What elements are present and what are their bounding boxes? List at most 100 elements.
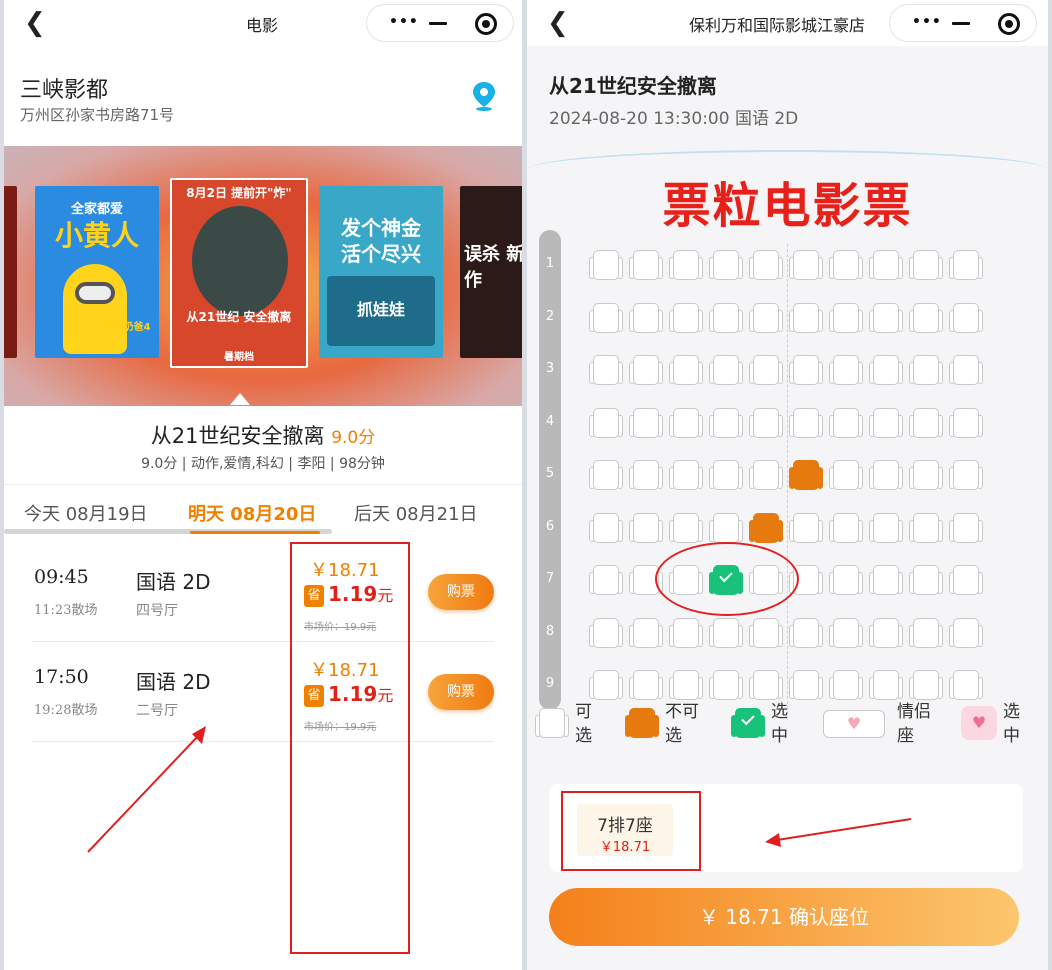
seat-available[interactable] [749,406,783,440]
seat-available[interactable] [589,353,623,387]
seat-available[interactable] [949,668,983,702]
seat-available[interactable] [869,353,903,387]
close-target-icon[interactable] [475,13,497,35]
more-icon[interactable]: ••• [389,14,419,30]
tab-tomorrow[interactable]: 明天 08月20日 [188,500,316,526]
seat-available[interactable] [869,668,903,702]
seat-available[interactable] [829,353,863,387]
seat-available[interactable] [949,248,983,282]
minimize-icon[interactable] [429,22,447,25]
poster-minions[interactable]: 全家都爱 小黄人 神偷奶爸4 [35,186,159,358]
seat-available[interactable] [949,458,983,492]
seat-available[interactable] [829,511,863,545]
seat-available[interactable] [629,616,663,650]
seat-available[interactable] [869,563,903,597]
seat-available[interactable] [829,616,863,650]
seat-available[interactable] [589,458,623,492]
seat-available[interactable] [669,458,703,492]
seat-available[interactable] [749,458,783,492]
seat-available[interactable] [629,301,663,335]
seat-available[interactable] [749,248,783,282]
poster-carousel[interactable]: 全家都爱 小黄人 神偷奶爸4 8月2日 提前开"炸" 从21世纪 安全撤离 暑期… [4,146,522,406]
seat-available[interactable] [869,248,903,282]
back-icon[interactable]: ❮ [547,10,569,36]
seat-available[interactable] [829,668,863,702]
seat-available[interactable] [589,563,623,597]
seat-available[interactable] [949,511,983,545]
seat-available[interactable] [749,353,783,387]
seat-available[interactable] [709,406,743,440]
seat-available[interactable] [909,406,943,440]
seat-available[interactable] [909,458,943,492]
seat-available[interactable] [669,616,703,650]
close-target-icon[interactable] [998,13,1020,35]
seat-available[interactable] [909,511,943,545]
showtime-row[interactable]: 09:45 11:23散场 国语 2D 四号厅 ￥18.71 省 1.19元 市场… [32,542,494,642]
seat-available[interactable] [589,301,623,335]
seat-available[interactable] [629,248,663,282]
seat-available[interactable] [589,616,623,650]
seat-available[interactable] [909,353,943,387]
seat-available[interactable] [669,406,703,440]
seat-available[interactable] [709,458,743,492]
seat-available[interactable] [869,406,903,440]
seat-available[interactable] [789,668,823,702]
seat-available[interactable] [629,458,663,492]
seat-available[interactable] [869,616,903,650]
minimize-icon[interactable] [952,22,970,25]
seat-available[interactable] [709,301,743,335]
seat-available[interactable] [829,406,863,440]
seat-available[interactable] [629,511,663,545]
seat-available[interactable] [669,353,703,387]
location-icon[interactable] [470,80,498,112]
seat-available[interactable] [709,616,743,650]
seat-available[interactable] [589,668,623,702]
seat-available[interactable] [709,248,743,282]
seat-available[interactable] [789,248,823,282]
seat-available[interactable] [829,458,863,492]
seat-available[interactable] [789,353,823,387]
seat-available[interactable] [749,301,783,335]
seat-available[interactable] [789,406,823,440]
seat-available[interactable] [789,616,823,650]
poster-selected[interactable]: 8月2日 提前开"炸" 从21世纪 安全撤离 暑期档 [170,178,308,368]
seat-available[interactable] [949,616,983,650]
seat-available[interactable] [909,301,943,335]
seat-available[interactable] [789,301,823,335]
seat-available[interactable] [629,406,663,440]
seat-available[interactable] [909,668,943,702]
seat-available[interactable] [909,563,943,597]
seat-available[interactable] [949,406,983,440]
tab-day-after[interactable]: 后天 08月21日 [354,500,478,526]
seat-available[interactable] [629,668,663,702]
seat-available[interactable] [869,458,903,492]
back-icon[interactable]: ❮ [24,10,46,36]
seat-available[interactable] [909,248,943,282]
seat-available[interactable] [669,668,703,702]
seat-available[interactable] [909,616,943,650]
tab-today[interactable]: 今天 08月19日 [24,500,148,526]
seat-available[interactable] [869,301,903,335]
poster-zhuawawa[interactable]: 发个神金 活个尽兴 抓娃娃 [319,186,443,358]
seat-available[interactable] [669,301,703,335]
seat-available[interactable] [749,668,783,702]
seat-available[interactable] [829,248,863,282]
seat-available[interactable] [949,301,983,335]
seat-available[interactable] [829,563,863,597]
buy-button[interactable]: 购票 [428,574,494,610]
poster-edge-left[interactable] [4,186,17,358]
poster-wusha[interactable]: 误杀 新作 [460,186,522,358]
seat-available[interactable] [949,563,983,597]
confirm-seat-button[interactable]: ￥ 18.71 确认座位 [549,888,1019,946]
seat-available[interactable] [709,353,743,387]
more-icon[interactable]: ••• [912,14,942,30]
seat-available[interactable] [669,248,703,282]
showtime-row[interactable]: 17:50 19:28散场 国语 2D 二号厅 ￥18.71 省 1.19元 市场… [32,642,494,742]
seat-available[interactable] [629,353,663,387]
seat-available[interactable] [589,248,623,282]
seat-available[interactable] [749,616,783,650]
buy-button[interactable]: 购票 [428,674,494,710]
seat-available[interactable] [789,511,823,545]
seat-available[interactable] [829,301,863,335]
seat-available[interactable] [949,353,983,387]
